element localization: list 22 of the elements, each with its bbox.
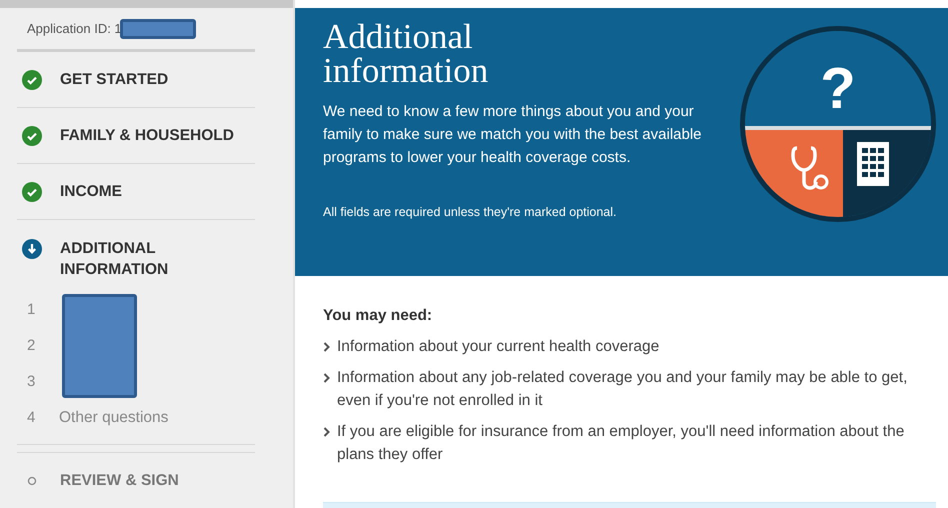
step-number: 3 — [27, 372, 36, 392]
list-item-text: Information about your current health coverage — [337, 337, 660, 358]
chevron-icon — [323, 342, 331, 352]
building-icon — [857, 142, 889, 186]
description-text: We need to know a few more things about you and your family to make sure we match you with the best available programs to lower your health coverage costs. — [323, 102, 703, 168]
section-heading: You may need: — [323, 306, 434, 326]
step-label[interactable]: ADDITIONAL INFORMATION — [60, 238, 255, 280]
list-item-text: If you are eligible for insurance from an employer, you'll need information about the plans they offer — [337, 422, 906, 466]
required-note: All fields are required unless they're marked optional. — [323, 204, 618, 221]
page-title: Additional information — [323, 20, 490, 88]
step-label[interactable]: REVIEW & SIGN — [60, 470, 179, 491]
chevron-icon — [323, 427, 331, 438]
list-item-text: Information about any job-related coverage you and your family may be able to get, even if you're not enrolled in it — [337, 368, 908, 412]
question-mark: ? — [820, 60, 856, 118]
step-label[interactable]: FAMILY & HOUSEHOLD — [60, 125, 234, 146]
step-number: 1 — [27, 300, 36, 320]
step-label[interactable]: INCOME — [60, 181, 122, 202]
step-number: 2 — [27, 336, 36, 356]
chevron-icon — [323, 373, 331, 384]
stethoscope-icon — [791, 144, 831, 192]
step-label[interactable]: GET STARTED — [60, 69, 168, 90]
step-number: 4 — [27, 408, 36, 428]
